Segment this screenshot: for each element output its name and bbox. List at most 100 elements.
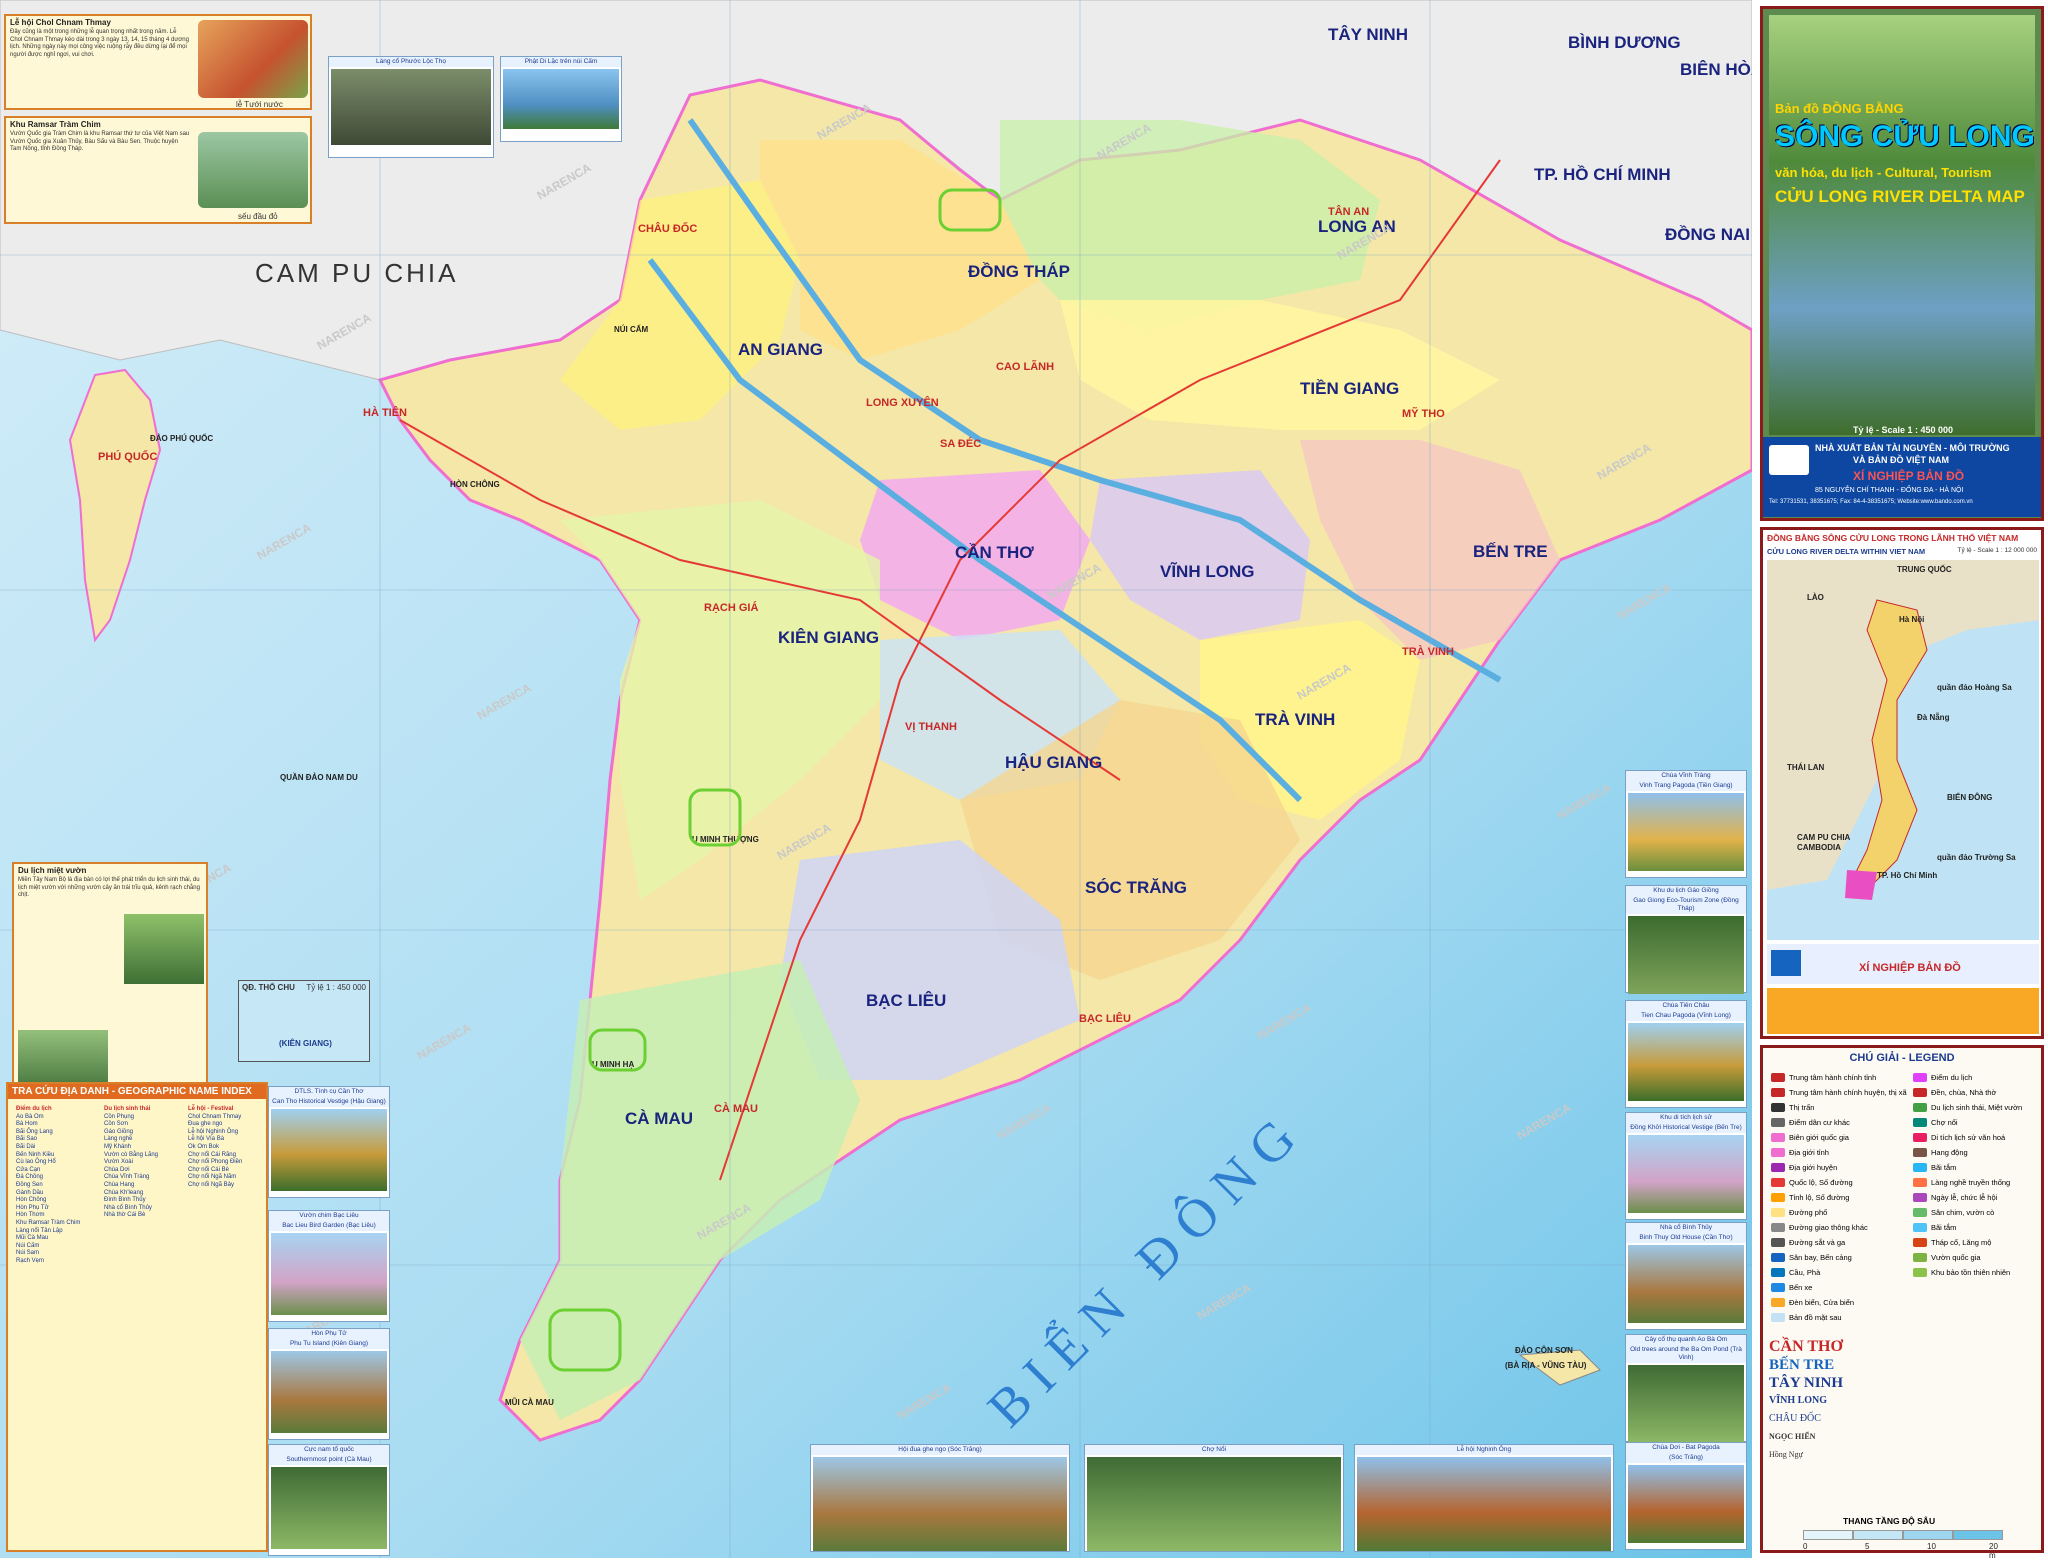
outer-place-label: BÌNH DƯƠNG xyxy=(1568,33,1681,52)
legend-row: Đèn biển, Cửa biển xyxy=(1767,1295,1907,1310)
depth-swatch xyxy=(1953,1530,2003,1540)
park-label: U MINH HẠ xyxy=(592,1060,634,1069)
photo-card-left[interactable]: Vườn chim Bạc Liêu Bac Lieu Bird Garden (… xyxy=(268,1210,390,1322)
photo xyxy=(271,1467,387,1549)
legend-label: Biên giới quốc gia xyxy=(1789,1133,1849,1142)
photo-card-right[interactable]: Chùa Vĩnh Tràng Vinh Trang Pagoda (Tiền G… xyxy=(1625,770,1747,878)
index-entry: Lễ hội Vía Bà xyxy=(188,1136,225,1143)
photo-card-left[interactable]: DTLS. Tình cụ Cần Thơ Can Tho Historical … xyxy=(268,1086,390,1198)
photo-card-right[interactable]: Nhà cổ Bình Thủy Binh Thuy Old House (Cần… xyxy=(1625,1222,1747,1330)
photo-card-right[interactable]: Khu du lịch Gáo Giồng Gao Giong Eco-Touri… xyxy=(1625,885,1747,994)
photo-card-right[interactable]: Chùa Tiên Châu Tien Chau Pagoda (Vĩnh Lon… xyxy=(1625,1000,1747,1108)
depth-scale-title: THANG TẦNG ĐỘ SÂU xyxy=(1843,1516,1936,1526)
legend-symbol-icon xyxy=(1909,1253,1931,1262)
info-box-tram-chim: Khu Ramsar Tràm Chim Vườn Quốc gia Tràm … xyxy=(4,116,312,224)
index-entry: Ao Bà Om xyxy=(16,1113,44,1120)
photo xyxy=(1628,1135,1744,1213)
legend-row: Sân chim, vườn cò xyxy=(1909,1205,2043,1220)
legend-row: Bãi tắm xyxy=(1909,1160,2043,1175)
inset-map-label: LÀO xyxy=(1807,593,1824,602)
legend-symbol-icon xyxy=(1767,1193,1789,1202)
photo-caption: Vườn chim Bạc Liêu xyxy=(269,1211,389,1221)
legend-row: Biên giới quốc gia xyxy=(1767,1130,1907,1145)
legend-symbol-icon xyxy=(1767,1178,1789,1187)
index-entry: Đá Chồng xyxy=(16,1174,44,1181)
photo xyxy=(503,69,619,129)
province-label: AN GIANG xyxy=(738,340,823,359)
photo-card-right[interactable]: Khu di tích lịch sử Đồng Khởi Historical … xyxy=(1625,1112,1747,1220)
province-label: BẠC LIÊU xyxy=(866,991,946,1010)
photo-subcaption: Tien Chau Pagoda (Vĩnh Long) xyxy=(1626,1011,1746,1021)
depth-value: 5 xyxy=(1865,1542,1870,1551)
index-entry: Đình Bình Thủy xyxy=(104,1197,146,1204)
legend-symbol-icon xyxy=(1767,1253,1789,1262)
photo-card-bottom[interactable]: Lễ hội Nghinh Ông xyxy=(1354,1444,1614,1552)
photo-card-nui-cam[interactable]: Phật Di Lặc trên núi Cấm xyxy=(500,56,622,142)
photo-subcaption: Binh Thuy Old House (Cần Thơ) xyxy=(1626,1233,1746,1243)
photo xyxy=(1357,1457,1611,1551)
legend-label: Cầu, Phà xyxy=(1789,1268,1821,1277)
index-column-1: Điểm du lịch Ao Bà Om Bà Hom Bãi Ông Lang B… xyxy=(16,1106,98,1265)
legend-name-sample: BẾN TRE xyxy=(1769,1357,1835,1373)
photo-card-right[interactable]: Chùa Dơi - Bat Pagoda (Sóc Trăng) xyxy=(1625,1442,1747,1550)
index-heading: Điểm du lịch xyxy=(16,1106,52,1112)
inset-logo xyxy=(1771,950,1801,976)
index-entry: Đua ghe ngo xyxy=(188,1121,223,1128)
photo xyxy=(331,69,491,145)
legend-symbol-icon xyxy=(1767,1268,1789,1277)
photo xyxy=(1628,1465,1744,1543)
cover-line-1: Bản đồ ĐỒNG BẰNG xyxy=(1775,101,1904,116)
island-label: ĐẢO PHÚ QUỐC xyxy=(150,433,213,443)
park-label: NÚI CẤM xyxy=(614,324,649,334)
legend-row: Tháp cổ, Lăng mộ xyxy=(1909,1235,2043,1250)
depth-values: 0 5 10 20 m xyxy=(1803,1542,2003,1560)
depth-swatch xyxy=(1903,1530,1953,1540)
photo-caption: Chùa Dơi - Bat Pagoda xyxy=(1626,1443,1746,1453)
legend-row: Đường phố xyxy=(1767,1205,1907,1220)
legend-label: Tháp cổ, Lăng mộ xyxy=(1931,1238,1992,1247)
photo xyxy=(1087,1457,1341,1551)
photo-subcaption: Old trees around the Ba Om Pond (Trà Vin… xyxy=(1626,1345,1746,1363)
index-entry: Vườn Xoài xyxy=(104,1159,133,1166)
legend-label: Chợ nổi xyxy=(1931,1118,1958,1127)
photo-caption: Nhà cổ Bình Thủy xyxy=(1626,1223,1746,1233)
legend-label: Ngày lễ, chức lễ hội xyxy=(1931,1193,1998,1202)
legend-label: Du lịch sinh thái, Miệt vườn xyxy=(1931,1103,2023,1112)
index-entry: Bãi Ông Lang xyxy=(16,1128,53,1135)
province-label: KIÊN GIANG xyxy=(778,628,879,647)
depth-swatch xyxy=(1853,1530,1903,1540)
photo-subcaption: Bac Lieu Bird Garden (Bạc Liêu) xyxy=(269,1221,389,1231)
legend-symbol-icon xyxy=(1767,1283,1789,1292)
legend-row: Địa giới tỉnh xyxy=(1767,1145,1907,1160)
info-title: Du lịch miệt vườn xyxy=(18,866,87,875)
photo-card-left[interactable]: Hòn Phụ Tử Phu Tu Island (Kiên Giang) xyxy=(268,1328,390,1440)
legend-label: Khu bảo tồn thiên nhiên xyxy=(1931,1268,2011,1277)
inset-map-label: THÁI LAN xyxy=(1787,763,1825,772)
inset-map-label: CAMBODIA xyxy=(1797,843,1841,852)
city-label: CÀ MAU xyxy=(714,1102,758,1115)
depth-swatch xyxy=(1803,1530,1853,1540)
info-text: Đây cũng là một trong những lễ quan trọn… xyxy=(10,29,189,58)
photo-card-left[interactable]: Cực nam tổ quốc Southernmost point (Cà Ma… xyxy=(268,1444,390,1556)
inset-title: QĐ. THỔ CHU xyxy=(242,983,295,992)
legend-row: Cầu, Phà xyxy=(1767,1265,1907,1280)
info-box-chol-chnam: Lễ hội Chol Chnam Thmay Đây cũng là một … xyxy=(4,14,312,110)
photo-caption: Phật Di Lặc trên núi Cấm xyxy=(501,57,621,67)
province-label: ĐỒNG THÁP xyxy=(968,262,1070,281)
city-label: SA ĐÉC xyxy=(940,437,981,450)
inset-map-label: quần đảo Hoàng Sa xyxy=(1937,683,2012,692)
photo-card-phuoc-loc-tho[interactable]: Làng cổ Phước Lộc Thọ xyxy=(328,56,494,158)
photo-card-bottom[interactable]: Hội đua ghe ngo (Sóc Trăng) xyxy=(810,1444,1070,1552)
info-text: Miền Tây Nam Bộ là địa bàn có lợi thế ph… xyxy=(18,877,200,898)
photo-caption: Làng cổ Phước Lộc Thọ xyxy=(329,57,493,67)
city-label: LONG XUYÊN xyxy=(866,396,939,409)
index-entry: Nhà thờ Cái Bè xyxy=(104,1212,146,1219)
legend-symbol-icon xyxy=(1767,1148,1789,1157)
photo-card-bottom[interactable]: Chợ Nổi xyxy=(1084,1444,1344,1552)
depth-value: 0 xyxy=(1803,1542,1808,1551)
index-entry: Bãi Sao xyxy=(16,1136,38,1143)
index-entry: Mũi Cà Mau xyxy=(16,1235,49,1242)
legend-label: Vườn quốc gia xyxy=(1931,1253,1981,1262)
legend-row: Ngày lễ, chức lễ hội xyxy=(1909,1190,2043,1205)
photo-card-right[interactable]: Cây cổ thụ quanh Ao Bà Om Old trees aroun… xyxy=(1625,1334,1747,1443)
